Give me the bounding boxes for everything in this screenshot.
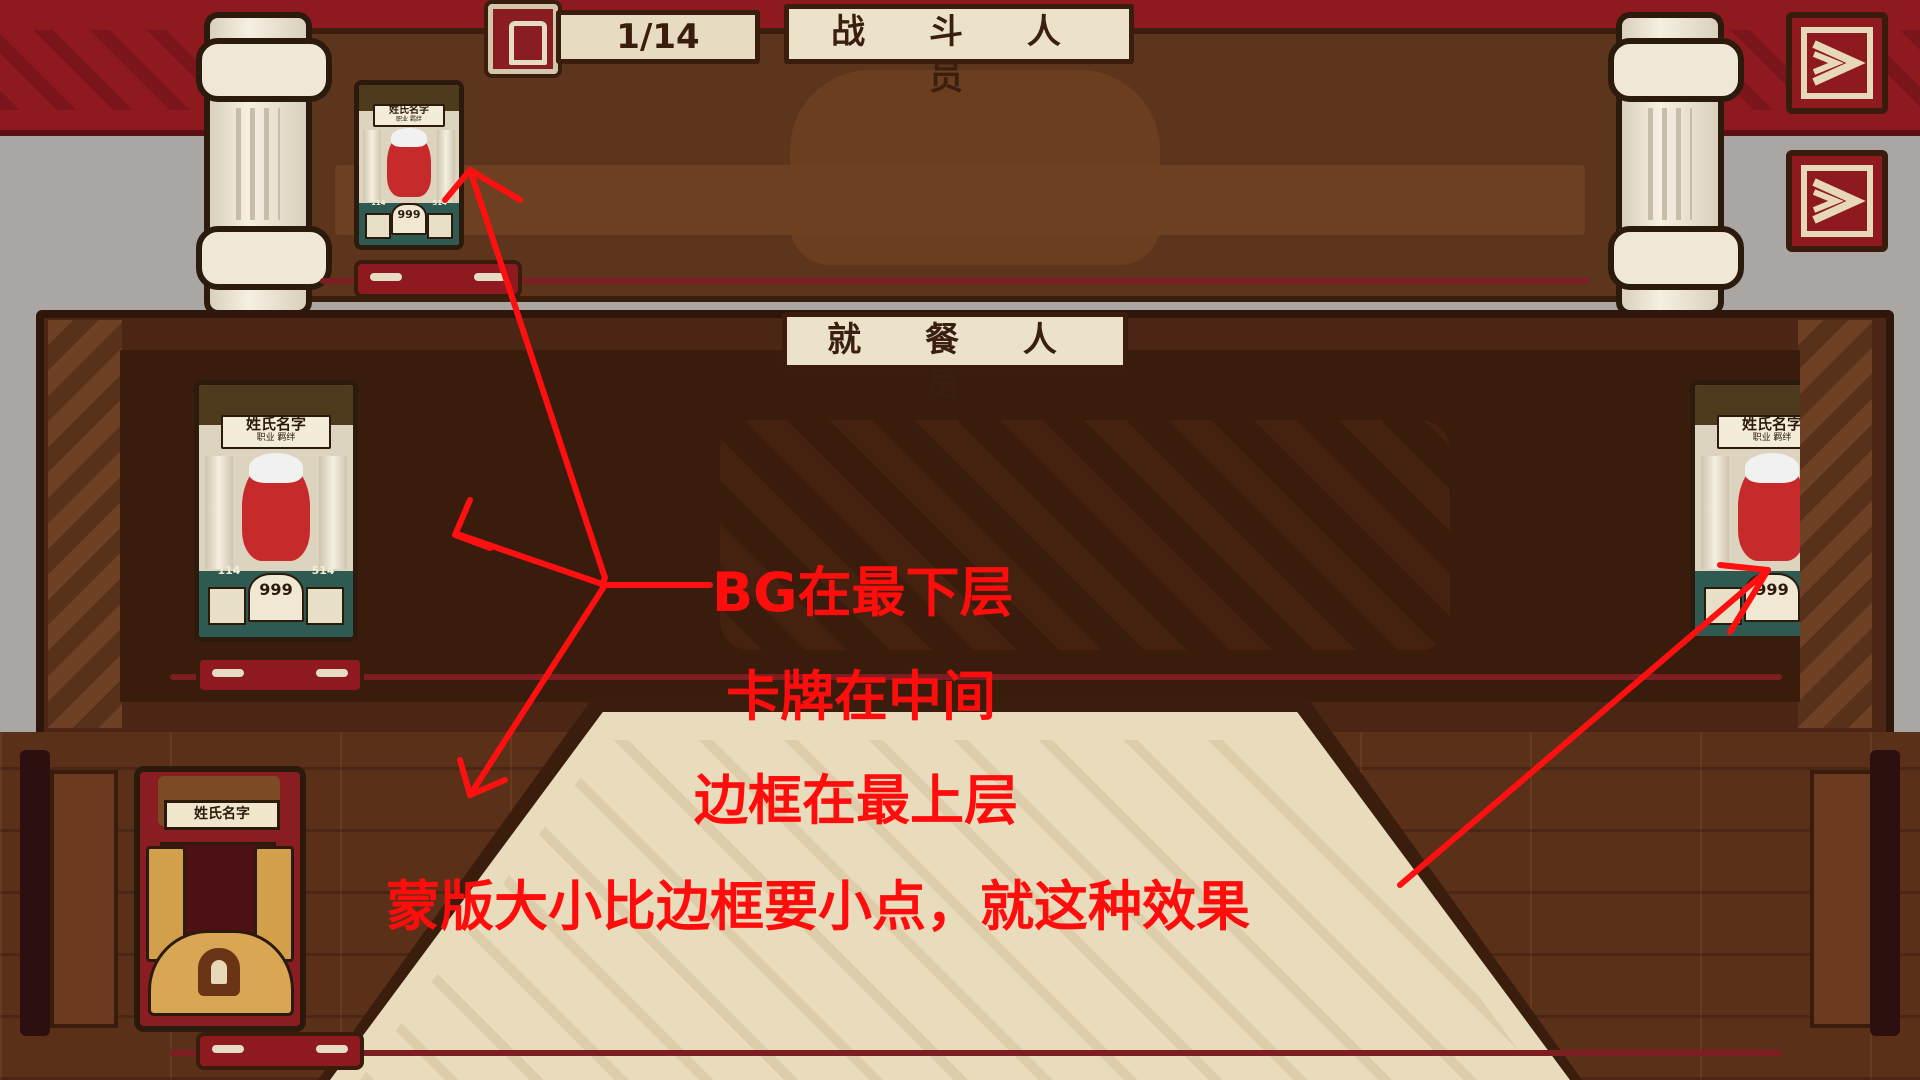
- annotation-frame-layer: 边框在最上层: [694, 769, 1018, 832]
- annotation-card-layer: 卡牌在中间: [726, 665, 996, 728]
- annotation-bg-layer: BG在最下层: [712, 561, 1014, 624]
- annotation-mask-note: 蒙版大小比边框要小点，就这种效果: [386, 875, 1250, 938]
